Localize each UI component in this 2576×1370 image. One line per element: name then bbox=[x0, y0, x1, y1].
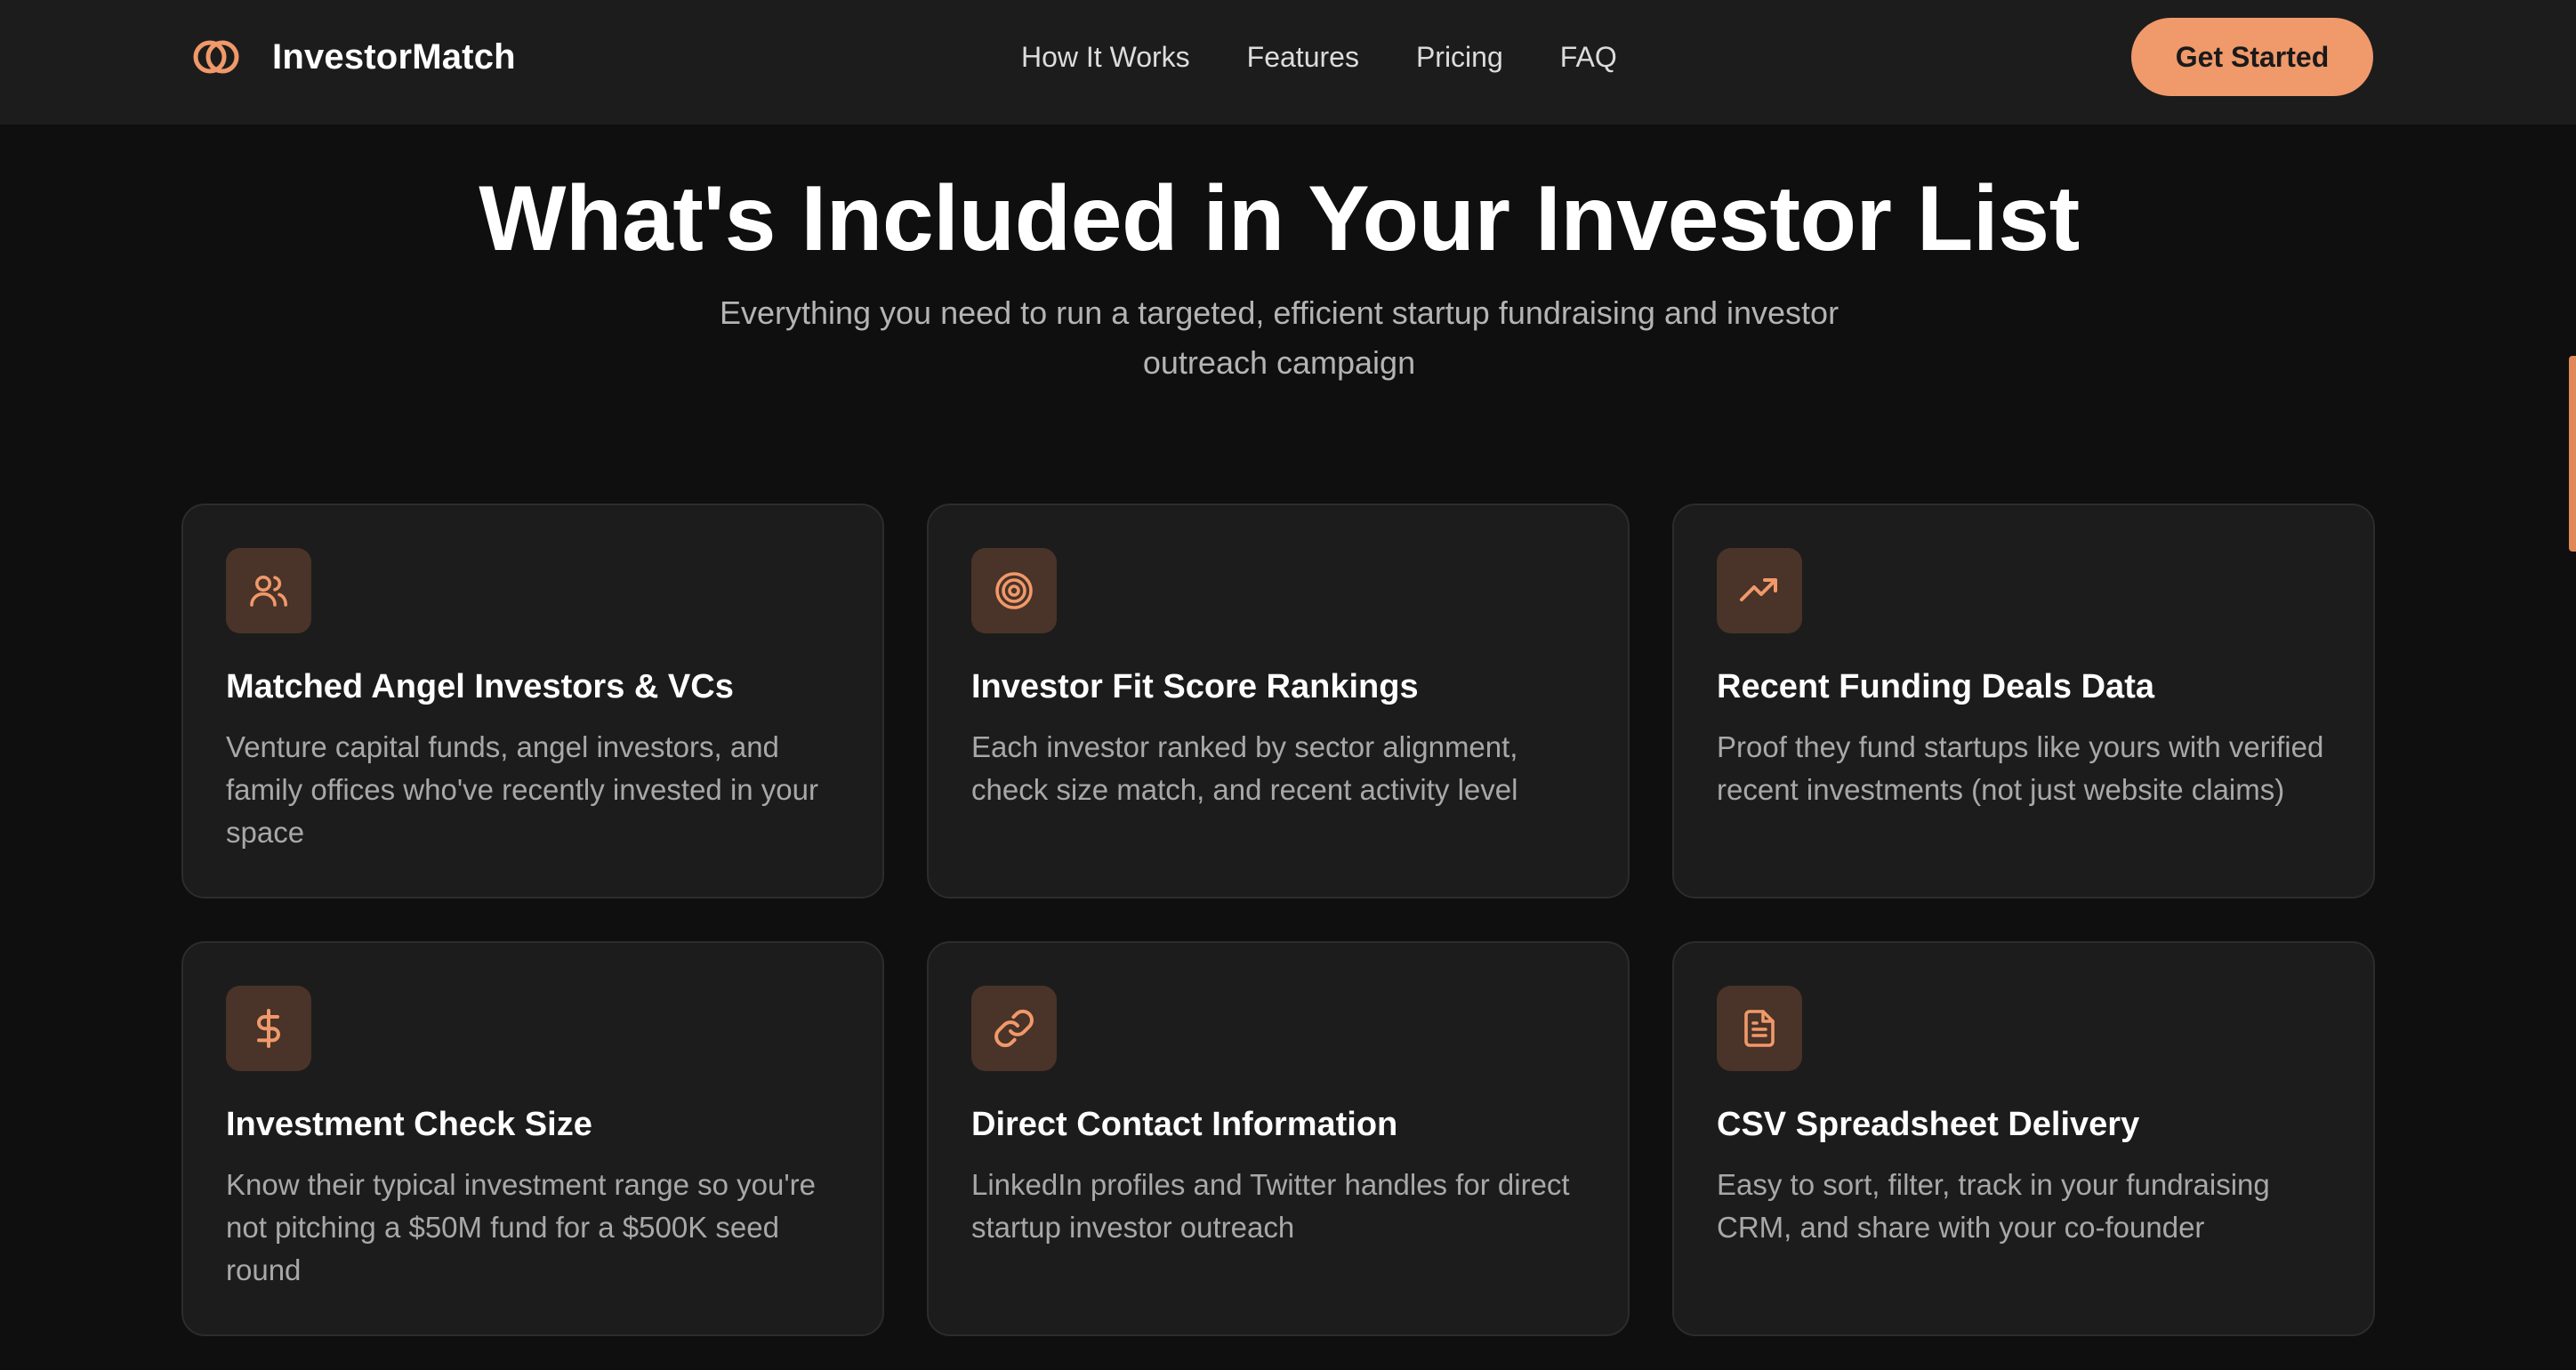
feature-title: Investor Fit Score Rankings bbox=[971, 668, 1419, 705]
feature-description: LinkedIn profiles and Twitter handles fo… bbox=[971, 1168, 1570, 1244]
scrollbar-thumb[interactable] bbox=[2569, 356, 2576, 552]
feature-card-fit-score: Investor Fit Score Rankings Each investo… bbox=[927, 504, 1630, 899]
section-title: What's Included in Your Investor List bbox=[479, 167, 2080, 270]
nav-link-how-it-works[interactable]: How It Works bbox=[1021, 41, 1190, 74]
document-icon bbox=[1717, 986, 1802, 1071]
target-icon bbox=[971, 548, 1057, 633]
feature-title: Matched Angel Investors & VCs bbox=[226, 668, 734, 705]
brand-name: InvestorMatch bbox=[272, 36, 516, 77]
section-subtitle: Everything you need to run a targeted, e… bbox=[719, 294, 1839, 381]
feature-title: Direct Contact Information bbox=[971, 1106, 1398, 1143]
feature-card-contact-info: Direct Contact Information LinkedIn prof… bbox=[927, 941, 1630, 1336]
interlocking-rings-icon bbox=[193, 40, 239, 74]
feature-description: Know their typical investment range so y… bbox=[226, 1168, 816, 1286]
get-started-button[interactable]: Get Started bbox=[2131, 18, 2373, 96]
nav-link-pricing[interactable]: Pricing bbox=[1416, 41, 1503, 74]
feature-description: Easy to sort, filter, track in your fund… bbox=[1717, 1168, 2270, 1244]
users-icon bbox=[226, 548, 311, 633]
feature-card-matched-investors: Matched Angel Investors & VCs Venture ca… bbox=[181, 504, 884, 899]
feature-description: Proof they fund startups like yours with… bbox=[1717, 730, 2324, 806]
feature-card-check-size: Investment Check Size Know their typical… bbox=[181, 941, 884, 1336]
nav-links: How It Works Features Pricing FAQ bbox=[1021, 34, 1617, 80]
top-navbar: InvestorMatch How It Works Features Pric… bbox=[0, 0, 2576, 125]
trending-up-icon bbox=[1717, 548, 1802, 633]
feature-title: Investment Check Size bbox=[226, 1106, 592, 1143]
link-icon bbox=[971, 986, 1057, 1071]
dollar-sign-icon bbox=[226, 986, 311, 1071]
brand[interactable]: InvestorMatch bbox=[190, 32, 516, 82]
feature-description: Venture capital funds, angel investors, … bbox=[226, 730, 818, 849]
nav-link-faq[interactable]: FAQ bbox=[1560, 41, 1617, 74]
feature-title: CSV Spreadsheet Delivery bbox=[1717, 1106, 2140, 1143]
nav-link-features[interactable]: Features bbox=[1247, 41, 1359, 74]
feature-card-funding-deals: Recent Funding Deals Data Proof they fun… bbox=[1672, 504, 2375, 899]
feature-title: Recent Funding Deals Data bbox=[1717, 668, 2154, 705]
feature-card-csv-delivery: CSV Spreadsheet Delivery Easy to sort, f… bbox=[1672, 941, 2375, 1336]
feature-description: Each investor ranked by sector alignment… bbox=[971, 730, 1518, 806]
